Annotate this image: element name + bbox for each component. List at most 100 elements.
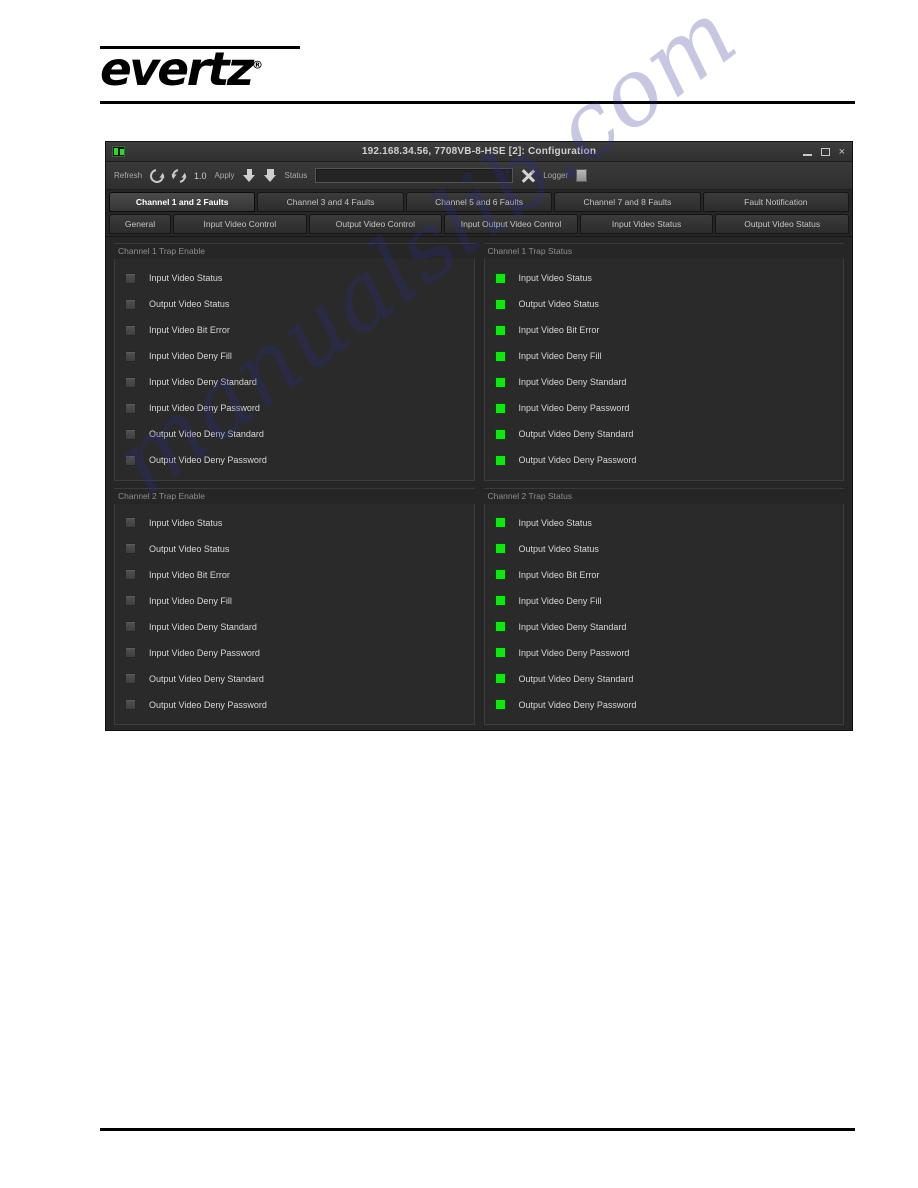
trap-row[interactable]: Input Video Bit Error [125,322,470,339]
checkbox-input-video-bit-error[interactable] [125,569,136,581]
trap-row[interactable]: Input Video Deny Fill [125,348,470,365]
trap-row-label: Output Video Deny Standard [149,673,264,684]
trap-row: Output Video Deny Password [494,452,840,469]
tab-output-video-control[interactable]: Output Video Control [308,214,443,234]
trap-row[interactable]: Output Video Status [125,296,470,313]
tab-content-panel: Channel 1 Trap Enable Input Video Status O… [106,237,852,730]
checkbox-output-video-status[interactable] [125,298,136,310]
refresh-icon[interactable] [147,165,167,186]
status-led-input-video-status [494,272,506,284]
group-channel-1-trap-enable: Channel 1 Trap Enable Input Video Status O… [114,243,475,481]
trap-row-label: Input Video Status [149,273,223,284]
trap-row[interactable]: Input Video Bit Error [125,566,470,583]
window-titlebar[interactable]: 192.168.34.56, 7708VB-8-HSE [2]: Configu… [106,142,852,162]
document-page: evertz® 192.168.34.56, 7708VB-8-HSE [2]:… [0,0,918,1188]
apply-down-icon[interactable] [242,168,256,183]
checkbox-input-video-bit-error[interactable] [125,324,136,336]
tab-channel-7-and-8-faults[interactable]: Channel 7 and 8 Faults [554,192,701,212]
tab-input-video-status[interactable]: Input Video Status [579,214,714,234]
trap-row: Output Video Deny Standard [494,670,840,687]
apply-all-down-icon[interactable] [263,168,277,183]
trap-row: Input Video Deny Password [494,644,840,661]
tab-label: Channel 3 and 4 Faults [286,197,375,207]
tab-general[interactable]: General [109,214,171,234]
trap-row-label: Input Video Deny Fill [518,595,602,606]
tab-label: Output Video Status [744,219,821,229]
trap-row-label: Output Video Deny Password [149,699,267,710]
trap-row[interactable]: Output Video Deny Standard [125,670,470,687]
trap-row[interactable]: Input Video Status [125,270,470,287]
trap-row-label: Input Video Deny Standard [149,377,257,388]
trap-row[interactable]: Input Video Deny Password [125,400,470,417]
trap-row-label: Output Video Deny Standard [518,673,634,684]
tab-label: Channel 5 and 6 Faults [435,197,523,207]
configuration-window: 192.168.34.56, 7708VB-8-HSE [2]: Configu… [105,141,853,731]
trap-row[interactable]: Output Video Deny Password [125,696,470,713]
checkbox-input-video-deny-fill[interactable] [125,350,136,362]
checkbox-output-video-deny-standard[interactable] [125,428,136,440]
fault-tab-row: Channel 1 and 2 Faults Channel 3 and 4 Fa… [106,190,852,212]
tab-label: Input Output Video Control [460,219,562,229]
tab-channel-3-and-4-faults[interactable]: Channel 3 and 4 Faults [257,192,404,212]
trap-row[interactable]: Output Video Status [125,540,470,557]
checkbox-output-video-deny-standard[interactable] [125,673,136,685]
status-input[interactable] [315,168,514,183]
checkbox-input-video-deny-password[interactable] [125,402,136,414]
trap-row[interactable]: Output Video Deny Standard [125,426,470,443]
trap-row: Input Video Bit Error [494,322,840,339]
trap-row[interactable]: Input Video Deny Fill [125,592,470,609]
group-title: Channel 1 Trap Status [483,243,844,259]
status-led-output-video-deny-password [494,454,506,466]
trap-row-label: Input Video Status [518,517,592,528]
checkbox-input-video-deny-standard[interactable] [125,621,136,633]
trap-row[interactable]: Input Video Deny Password [125,644,470,661]
trap-panel-grid: Channel 1 Trap Enable Input Video Status O… [114,243,844,725]
version-label: 1.0 [194,170,207,181]
checkbox-output-video-deny-password[interactable] [125,699,136,711]
checkbox-input-video-status[interactable] [125,517,136,529]
minimize-icon[interactable] [802,153,812,156]
tab-input-output-video-control[interactable]: Input Output Video Control [444,214,578,234]
trap-row-label: Input Video Status [149,517,223,528]
checkbox-input-video-deny-standard[interactable] [125,376,136,388]
close-x-icon[interactable] [521,169,535,183]
trap-row: Input Video Status [494,514,840,531]
checkbox-input-video-status[interactable] [125,272,136,284]
trap-row[interactable]: Input Video Deny Standard [125,374,470,391]
trap-row: Input Video Deny Standard [494,374,840,391]
checkbox-output-video-status[interactable] [125,543,136,555]
status-led-output-video-status [494,543,506,555]
tab-input-video-control[interactable]: Input Video Control [173,214,307,234]
status-label: Status [284,171,308,180]
tab-label: Input Video Control [203,219,277,229]
checkbox-input-video-deny-fill[interactable] [125,595,136,607]
refresh-label: Refresh [114,171,143,180]
checkbox-input-video-deny-password[interactable] [125,647,136,659]
trap-row-label: Output Video Deny Password [518,455,637,466]
checkbox-output-video-deny-password[interactable] [125,454,136,466]
trap-row: Output Video Status [494,296,840,313]
trap-row: Input Video Deny Fill [494,348,840,365]
group-body: Input Video Status Output Video Status Inp… [483,259,844,481]
group-title: Channel 1 Trap Enable [114,243,475,259]
status-led-input-video-status [494,517,506,529]
refresh-all-icon[interactable] [169,165,189,186]
tab-channel-1-and-2-faults[interactable]: Channel 1 and 2 Faults [109,192,256,212]
trap-row-label: Output Video Status [518,299,599,310]
logger-label: Logger [543,171,569,180]
close-icon[interactable]: × [839,146,845,158]
trap-row[interactable]: Input Video Deny Standard [125,618,470,635]
trap-row: Output Video Deny Standard [494,426,840,443]
trap-row-label: Input Video Deny Fill [518,351,602,362]
maximize-icon[interactable] [820,148,830,156]
status-led-output-video-deny-standard [494,428,506,440]
logger-toggle-icon[interactable] [576,169,588,182]
tab-fault-notification[interactable]: Fault Notification [702,192,850,212]
trap-row-label: Input Video Deny Password [149,403,260,414]
tab-channel-5-and-6-faults[interactable]: Channel 5 and 6 Faults [405,192,553,212]
status-led-input-video-deny-fill [494,350,506,362]
tab-output-video-status[interactable]: Output Video Status [715,214,849,234]
trap-row[interactable]: Output Video Deny Password [125,452,470,469]
trap-row-label: Input Video Deny Fill [149,351,232,362]
trap-row[interactable]: Input Video Status [125,514,470,531]
